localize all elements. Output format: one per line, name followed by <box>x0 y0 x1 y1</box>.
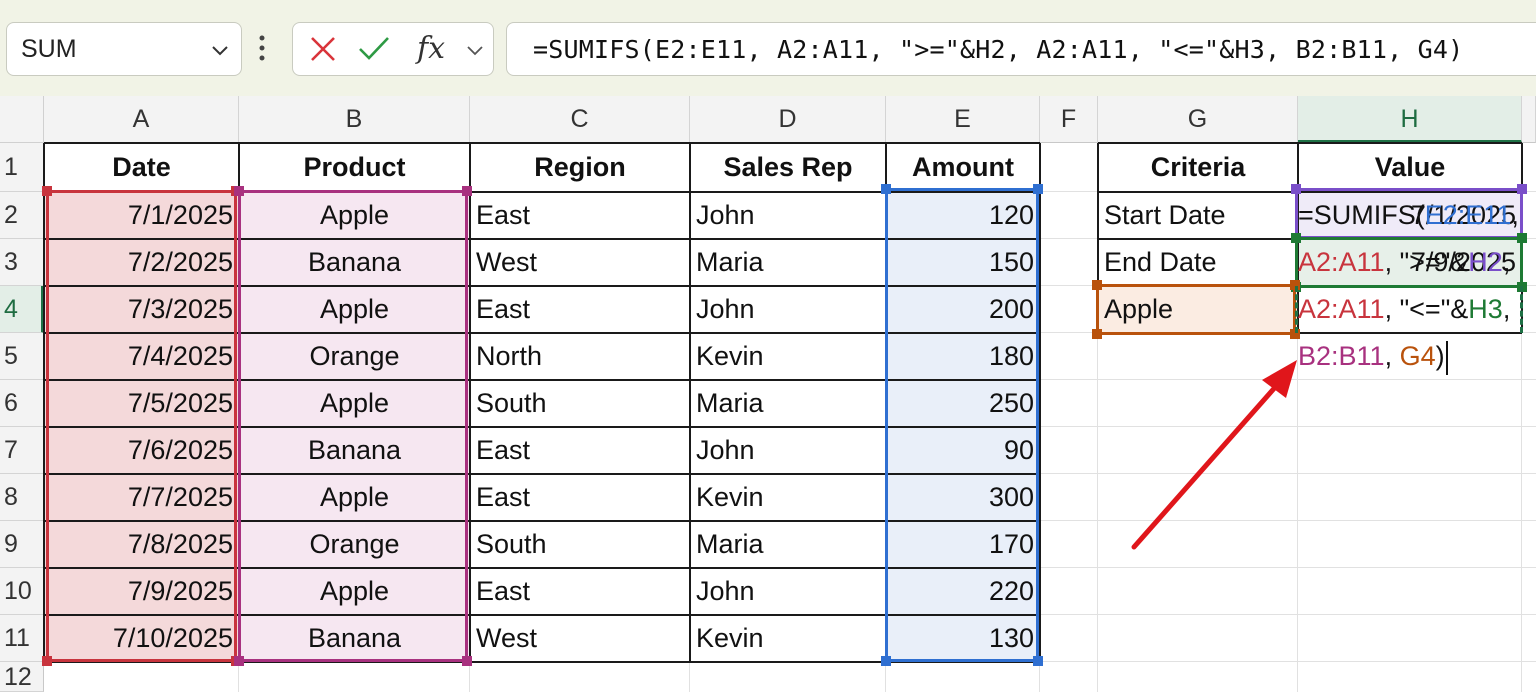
formula-reference: A2:A11 <box>1298 294 1385 324</box>
name-box[interactable]: SUM <box>6 22 242 76</box>
column-header-h[interactable]: H <box>1298 96 1522 143</box>
header-date[interactable]: Date <box>44 143 239 192</box>
column-header-e[interactable]: E <box>886 96 1040 143</box>
product-range-outline <box>238 190 468 662</box>
region-cell[interactable]: East <box>470 568 690 615</box>
range-handle[interactable] <box>42 186 52 196</box>
formula-bar[interactable]: =SUMIFS(E2:E11, A2:A11, ">="&H2, A2:A11,… <box>506 22 1536 76</box>
chevron-down-icon[interactable] <box>465 41 485 61</box>
formula-reference: H3 <box>1468 294 1503 324</box>
range-handle[interactable] <box>1033 184 1043 194</box>
name-box-value: SUM <box>21 35 77 63</box>
sales-rep-cell[interactable]: Maria <box>690 239 886 286</box>
row-header-4[interactable]: 4 <box>0 286 44 333</box>
formula-text-part: , ">="& <box>1384 247 1469 277</box>
formula-reference: E2:E11 <box>1424 200 1512 230</box>
header-product[interactable]: Product <box>239 143 470 192</box>
sales-rep-cell[interactable]: Kevin <box>690 333 886 380</box>
row-header-1[interactable]: 1 <box>0 143 44 192</box>
check-icon[interactable] <box>357 33 391 65</box>
criteria-label[interactable]: Start Date <box>1098 192 1298 239</box>
region-cell[interactable]: North <box>470 333 690 380</box>
row-header-8[interactable]: 8 <box>0 474 44 521</box>
formula-text-part: , <box>1502 247 1517 277</box>
region-cell[interactable]: East <box>470 427 690 474</box>
row-header-9[interactable]: 9 <box>0 521 44 568</box>
x-icon[interactable] <box>307 33 339 65</box>
date-range-outline <box>46 190 237 662</box>
sales-rep-cell[interactable]: John <box>690 568 886 615</box>
formula-text-part: , <box>1384 341 1400 371</box>
row-header-2[interactable]: 2 <box>0 192 44 239</box>
sales-rep-cell[interactable]: Maria <box>690 380 886 427</box>
range-handle[interactable] <box>42 656 52 666</box>
text-cursor <box>1445 340 1448 375</box>
column-header-a[interactable]: A <box>44 96 239 143</box>
column-header-c[interactable]: C <box>470 96 690 143</box>
region-cell[interactable]: South <box>470 521 690 568</box>
header-region[interactable]: Region <box>470 143 690 192</box>
formula-text-part: , "<="& <box>1384 294 1469 324</box>
column-header-f[interactable]: F <box>1040 96 1098 143</box>
cell-edit-formula[interactable]: =SUMIFS(E2:E11, A2:A11, ">="&H2, A2:A11,… <box>1298 192 1522 380</box>
formula-reference: G4 <box>1399 341 1436 371</box>
range-handle[interactable] <box>1033 656 1043 666</box>
column-header-d[interactable]: D <box>690 96 886 143</box>
range-handle[interactable] <box>1092 280 1102 290</box>
column-header-next[interactable] <box>1522 96 1536 143</box>
formula-actions: fx <box>292 22 494 76</box>
range-handle[interactable] <box>234 186 244 196</box>
range-handle[interactable] <box>881 184 891 194</box>
region-cell[interactable]: West <box>470 615 690 662</box>
row-header-7[interactable]: 7 <box>0 427 44 474</box>
range-handle[interactable] <box>462 656 472 666</box>
range-handle[interactable] <box>1092 329 1102 339</box>
sales-rep-cell[interactable]: Kevin <box>690 615 886 662</box>
formula-text: =SUMIFS(E2:E11, A2:A11, ">="&H2, A2:A11,… <box>533 35 1464 64</box>
sales-rep-cell[interactable]: John <box>690 192 886 239</box>
amount-range-outline <box>885 188 1039 662</box>
formula-reference: H2 <box>1468 247 1503 277</box>
range-handle[interactable] <box>881 656 891 666</box>
chevron-down-icon[interactable] <box>209 39 231 61</box>
sales-rep-cell[interactable]: Maria <box>690 521 886 568</box>
select-all-corner[interactable] <box>0 96 44 143</box>
formula-reference: B2:B11 <box>1298 341 1385 371</box>
row-header-5[interactable]: 5 <box>0 333 44 380</box>
header-amount[interactable]: Amount <box>886 143 1040 192</box>
formula-toolbar: SUM fx =SUMIFS(E2:E11, A2:A11, ">="&H2, … <box>0 0 1536 96</box>
region-cell[interactable]: East <box>470 192 690 239</box>
sales-rep-cell[interactable]: John <box>690 286 886 333</box>
column-header-g[interactable]: G <box>1098 96 1298 143</box>
g4-range-outline <box>1096 284 1296 335</box>
spreadsheet-grid[interactable]: A B C D E F G H 1 2 3 4 5 6 7 8 9 10 11 12 Date Product Region… <box>0 96 1536 692</box>
formula-text-part: =SUMIFS( <box>1298 200 1425 230</box>
sales-rep-cell[interactable]: Kevin <box>690 474 886 521</box>
row-header-11[interactable]: 11 <box>0 615 44 662</box>
region-cell[interactable]: West <box>470 239 690 286</box>
formula-text-part: , <box>1502 294 1518 324</box>
criteria-label[interactable]: End Date <box>1098 239 1298 286</box>
row-header-10[interactable]: 10 <box>0 568 44 615</box>
header-sales-rep[interactable]: Sales Rep <box>690 143 886 192</box>
row-header-3[interactable]: 3 <box>0 239 44 286</box>
header-criteria[interactable]: Criteria <box>1098 143 1298 192</box>
region-cell[interactable]: East <box>470 286 690 333</box>
formula-reference: A2:A11 <box>1298 247 1385 277</box>
range-handle[interactable] <box>234 656 244 666</box>
region-cell[interactable]: East <box>470 474 690 521</box>
range-handle[interactable] <box>462 186 472 196</box>
column-header-b[interactable]: B <box>239 96 470 143</box>
region-cell[interactable]: South <box>470 380 690 427</box>
header-value[interactable]: Value <box>1298 143 1522 192</box>
sales-rep-cell[interactable]: John <box>690 427 886 474</box>
more-options-icon[interactable] <box>258 34 266 62</box>
formula-text-part: ) <box>1435 341 1445 371</box>
formula-text-part: , <box>1511 200 1525 230</box>
insert-function-icon[interactable]: fx <box>417 31 445 66</box>
row-header-12[interactable]: 12 <box>0 662 44 692</box>
row-header-6[interactable]: 6 <box>0 380 44 427</box>
